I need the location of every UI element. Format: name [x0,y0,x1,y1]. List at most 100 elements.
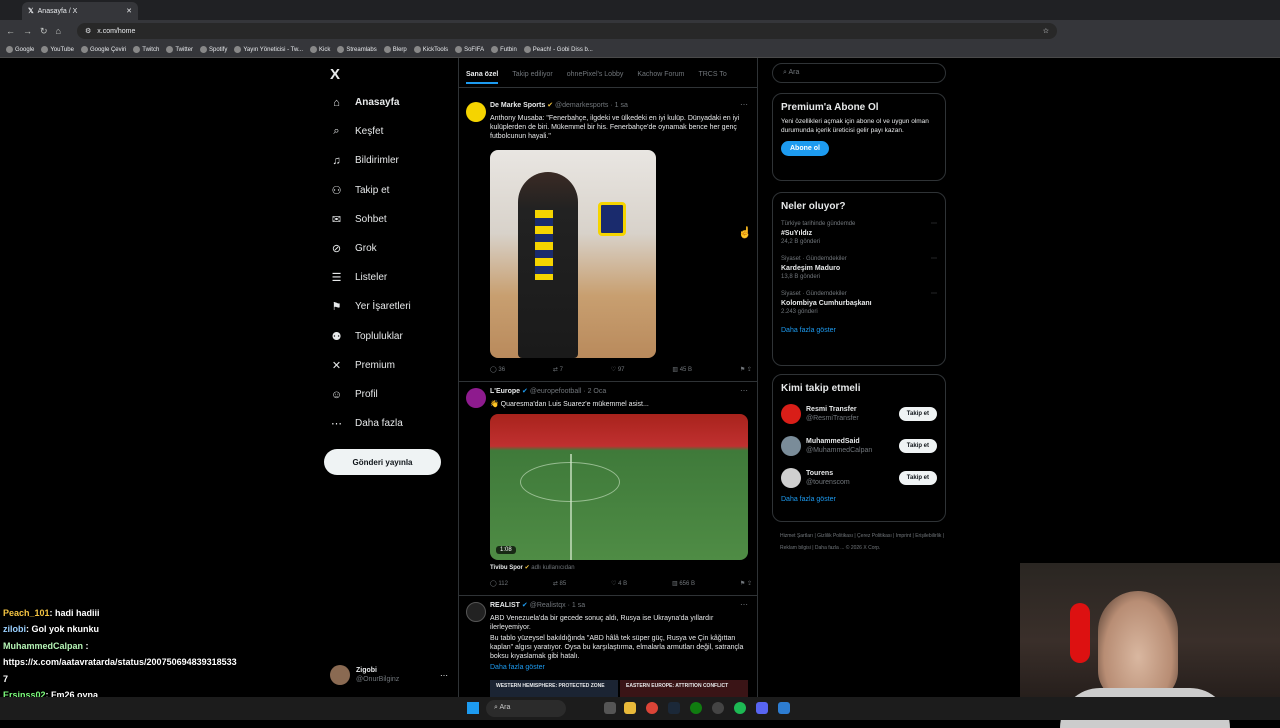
sidebar-item-profil[interactable]: ☺ Profil [330,388,378,401]
address-bar[interactable]: ⚙ x.com/home ☆ [76,23,1057,39]
bookmark-item[interactable]: Blerp [383,46,407,53]
tab-takip-ediliyor[interactable]: Takip ediliyor [512,71,552,78]
obs-icon[interactable] [712,702,724,714]
bookmark-item[interactable]: Twitter [166,46,193,53]
views-button[interactable]: ▥ 45 B [672,366,692,373]
bookmark-item[interactable]: Futbin [491,46,517,53]
follow-button[interactable]: Takip et [898,439,937,453]
like-button[interactable]: ♡ 97 [611,366,625,373]
bookmark-item[interactable]: Peach! - Gobi Diss b... [523,46,593,53]
sidebar-item-topluluklar[interactable]: ⚉ Topluluklar [330,330,403,343]
more-options-icon[interactable]: ⋯ [740,600,748,609]
bookmark-icon[interactable]: ⚑ [740,367,745,373]
follow-suggestion[interactable]: Resmi Transfer @ResmiTransfer Takip et [781,402,937,426]
more-options-icon[interactable]: ⋯ [740,100,748,109]
search-input[interactable]: ⌕ Ara [772,63,946,83]
repost-count: 7 [559,367,563,373]
back-icon[interactable]: ← [6,26,15,36]
sidebar-item-anasayfa[interactable]: ⌂ Anasayfa [330,96,399,109]
suggestion-name: Tourens [806,470,834,477]
more-icon[interactable]: ⋯ [440,671,448,680]
more-options-icon[interactable]: ⋯ [931,220,937,229]
post-video[interactable]: 1:08 [490,414,748,560]
bookmark-item[interactable]: Streamlabs [337,46,377,53]
site-info-icon[interactable]: ⚙ [85,27,91,35]
who-show-more[interactable]: Daha fazla göster [781,496,937,503]
sidebar-item-bildirimler[interactable]: ♫ Bildirimler [330,154,399,167]
sidebar-item-listeler[interactable]: ☰ Listeler [330,271,388,284]
sidebar-item-takip-et[interactable]: ⚇ Takip et [330,184,390,197]
share-icon[interactable]: ⇪ [747,581,752,587]
subscribe-button[interactable]: Abone ol [781,141,829,156]
x-logo-icon[interactable]: X [330,66,340,83]
show-more-link[interactable]: Daha fazla göster [490,663,752,672]
windows-start-icon[interactable] [467,702,479,714]
task-view-icon[interactable] [604,702,616,714]
tab-ohnepixel-s-lobby[interactable]: ohnePixel's Lobby [567,71,624,78]
post[interactable]: De Marke Sports ✔ @demarkesports · 1 sa … [458,96,758,382]
star-icon[interactable]: ☆ [1043,27,1049,35]
sidebar-item-grok[interactable]: ⊘ Grok [330,242,377,255]
trend-item[interactable]: Siyaset · Gündemdekiler Kardeşim Maduro 13… [781,255,937,282]
chrome-icon[interactable] [646,702,658,714]
trend-item[interactable]: Türkiye tarihinde gündemde #SuYıldız 24,2 … [781,220,937,247]
footer-links[interactable]: Hizmet Şartları | Gizlilik Politikası | … [780,530,948,554]
home-icon[interactable]: ⌂ [56,26,61,36]
follow-suggestion[interactable]: Tourens @tourenscom Takip et [781,466,937,490]
trend-item[interactable]: Siyaset · Gündemdekiler Kolombiya Cumhurb… [781,290,937,317]
reply-button[interactable]: ◯ 112 [490,580,508,587]
bookmark-item[interactable]: Yayın Yöneticisi - Tw... [234,46,303,53]
video-source[interactable]: Tivibu Spor [490,565,523,571]
bookmark-favicon-icon [41,46,49,53]
share-icon[interactable]: ⇪ [747,367,752,373]
sidebar-item-yer-i-aretleri[interactable]: ⚑ Yer İşaretleri [330,300,411,313]
more-options-icon[interactable]: ⋯ [931,255,937,264]
spotify-icon[interactable] [734,702,746,714]
close-tab-icon[interactable]: ✕ [126,7,132,15]
sidebar-item-premium[interactable]: ✕ Premium [330,359,395,372]
bookmark-item[interactable]: Twitch [133,46,159,53]
bookmark-item[interactable]: KickTools [413,46,448,53]
views-button[interactable]: ▥ 656 B [672,580,695,587]
streamer-head-shape [1098,591,1178,701]
more-options-icon[interactable]: ⋯ [740,386,748,395]
repost-button[interactable]: ⇄ 85 [553,580,566,587]
browser-tab[interactable]: 𝕏 Anasayfa / X ✕ [22,2,138,20]
reload-icon[interactable]: ↻ [40,26,48,37]
post[interactable]: L'Europe ✔ @europefootball · 2 Oca ⋯ 👋 Q… [458,382,758,596]
tab-kachow-forum[interactable]: Kachow Forum [637,71,684,78]
like-button[interactable]: ♡ 4 B [611,580,627,587]
follow-button[interactable]: Takip et [898,407,937,421]
app-icon[interactable] [778,702,790,714]
sidebar-item-daha-fazla[interactable]: ⋯ Daha fazla [330,417,403,430]
tab-trcs-to[interactable]: TRCS To [698,71,726,78]
post-image[interactable]: WESTERN HEMISPHERE: PROTECTED ZONE EASTE… [490,680,748,697]
bookmark-icon[interactable]: ⚑ [740,581,745,587]
follow-button[interactable]: Takip et [898,471,937,485]
taskbar-search-input[interactable]: ⌕ Ara [486,700,566,717]
post-image[interactable] [490,150,656,358]
reply-button[interactable]: ◯ 36 [490,366,505,373]
bookmark-item[interactable]: Spotify [199,46,227,53]
steam-icon[interactable] [668,702,680,714]
bookmark-item[interactable]: Kick [310,46,330,53]
more-options-icon[interactable]: ⋯ [931,290,937,299]
discord-icon[interactable] [756,702,768,714]
bookmark-item[interactable]: YouTube [41,46,74,53]
post-button[interactable]: Gönderi yayınla [324,449,441,475]
file-explorer-icon[interactable] [624,702,636,714]
bookmark-item[interactable]: Google Çeviri [80,46,126,53]
search-icon: ⌕ [333,125,340,138]
sidebar-item-ke-fet[interactable]: ⌕ Keşfet [330,125,383,138]
trends-show-more[interactable]: Daha fazla göster [781,327,937,334]
bookmark-item[interactable]: SoFIFA [455,46,484,53]
repost-button[interactable]: ⇄ 7 [553,366,563,373]
sidebar-item-sohbet[interactable]: ✉ Sohbet [330,213,387,226]
account-switcher[interactable]: Zigobi @OnurBilginz ⋯ [330,662,448,688]
post[interactable]: REALIST ✔ @Realistqx · 1 sa ⋯ ABD Venezu… [458,596,758,697]
forward-icon[interactable]: → [23,26,32,36]
xbox-icon[interactable] [690,702,702,714]
bookmark-item[interactable]: Google [6,46,34,53]
tab-sana-zel[interactable]: Sana özel [466,71,499,84]
follow-suggestion[interactable]: MuhammedSaid @MuhammedCalpan Takip et [781,434,937,458]
